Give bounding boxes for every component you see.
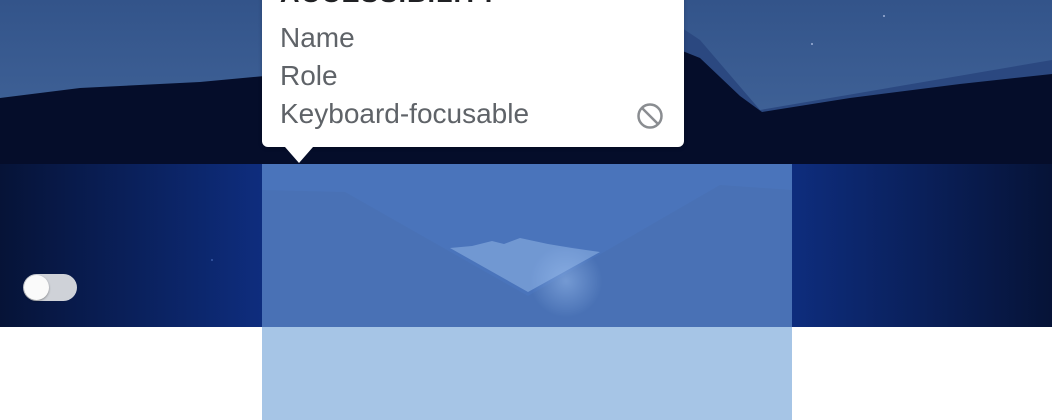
accessibility-tooltip: ACCESSIBILITY Name Role Keyboard-focusab… xyxy=(262,0,684,147)
dark-mode-toggle[interactable] xyxy=(23,274,77,301)
star xyxy=(883,15,885,17)
tooltip-heading: ACCESSIBILITY xyxy=(280,0,499,9)
element-highlight-overflow xyxy=(262,327,792,420)
toggle-knob xyxy=(24,275,49,300)
tooltip-row-role: Role xyxy=(280,60,338,91)
blocked-icon xyxy=(637,103,663,129)
star xyxy=(811,43,813,45)
star xyxy=(211,259,213,261)
tooltip-arrow xyxy=(285,147,313,163)
element-highlight-overlay xyxy=(262,164,792,327)
tooltip-row-name: Name xyxy=(280,22,355,53)
tooltip-row-keyboard-focusable: Keyboard-focusable xyxy=(280,98,530,129)
